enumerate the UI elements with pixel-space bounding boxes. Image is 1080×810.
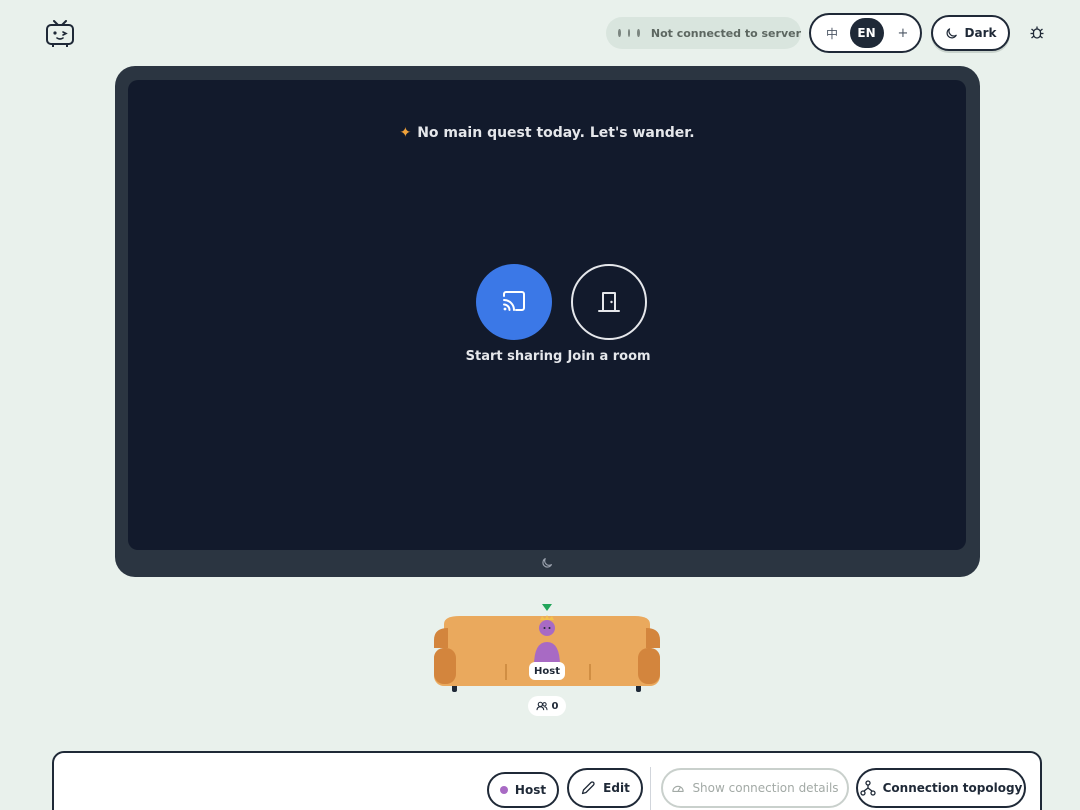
people-icon <box>535 701 548 711</box>
viewer-count-badge: 0 <box>528 696 566 716</box>
viewer-count: 0 <box>551 700 559 712</box>
edit-button[interactable]: Edit <box>567 768 643 808</box>
start-sharing-action[interactable]: Start sharing <box>464 264 564 364</box>
host-avatar-head <box>539 620 555 636</box>
join-room-label: Join a room <box>567 349 651 364</box>
couch-illustration <box>434 604 660 692</box>
join-room-action[interactable]: Join a room <box>559 264 659 364</box>
status-text: Not connected to server <box>650 26 802 40</box>
gauge-icon <box>672 785 685 792</box>
add-language-button[interactable]: + <box>890 26 916 41</box>
cast-icon <box>503 291 525 311</box>
server-status-indicator: Not connected to server <box>606 17 801 49</box>
start-sharing-label: Start sharing <box>465 349 563 364</box>
status-dot <box>627 29 631 37</box>
door-icon <box>598 292 620 312</box>
tagline: ✦ No main quest today. Let's wander. <box>128 125 966 141</box>
tv-frame: ✦ No main quest today. Let's wander. Star… <box>115 66 980 577</box>
sparkle-icon: ✦ <box>399 125 412 141</box>
pencil-icon <box>582 781 595 795</box>
show-connection-details-button[interactable]: Show connection details <box>661 768 849 808</box>
tv-screen: ✦ No main quest today. Let's wander. Star… <box>128 80 966 550</box>
join-room-button[interactable] <box>571 264 647 340</box>
moon-icon <box>946 28 957 39</box>
crown-icon <box>540 615 554 620</box>
start-sharing-button[interactable] <box>476 264 552 340</box>
host-color-dot <box>499 786 508 794</box>
show-connection-details-label: Show connection details <box>692 781 839 795</box>
tagline-text: No main quest today. Let's wander. <box>417 125 695 141</box>
language-switcher: 中 EN + <box>809 13 922 53</box>
status-dot <box>637 29 640 37</box>
language-option-zh[interactable]: 中 <box>821 25 843 42</box>
host-seat-label: Host <box>529 662 565 680</box>
language-option-en[interactable]: EN <box>849 18 884 48</box>
status-dot <box>618 29 621 37</box>
dark-mode-button[interactable]: Dark <box>931 15 1010 51</box>
moon-icon[interactable] <box>541 556 554 569</box>
host-indicator-arrow <box>542 604 552 611</box>
connection-topology-label: Connection topology <box>882 781 1023 795</box>
bug-icon[interactable] <box>1029 25 1045 41</box>
edit-label: Edit <box>603 781 630 795</box>
divider <box>650 767 651 810</box>
host-role-button[interactable]: Host <box>487 772 559 808</box>
connection-topology-button[interactable]: Connection topology <box>856 768 1026 808</box>
tv-face-logo-icon <box>46 20 74 47</box>
network-icon <box>859 780 876 796</box>
host-role-label: Host <box>514 783 547 797</box>
dark-mode-label: Dark <box>964 26 997 40</box>
bottom-control-panel: Host Edit Show connection details Connec… <box>52 751 1042 810</box>
